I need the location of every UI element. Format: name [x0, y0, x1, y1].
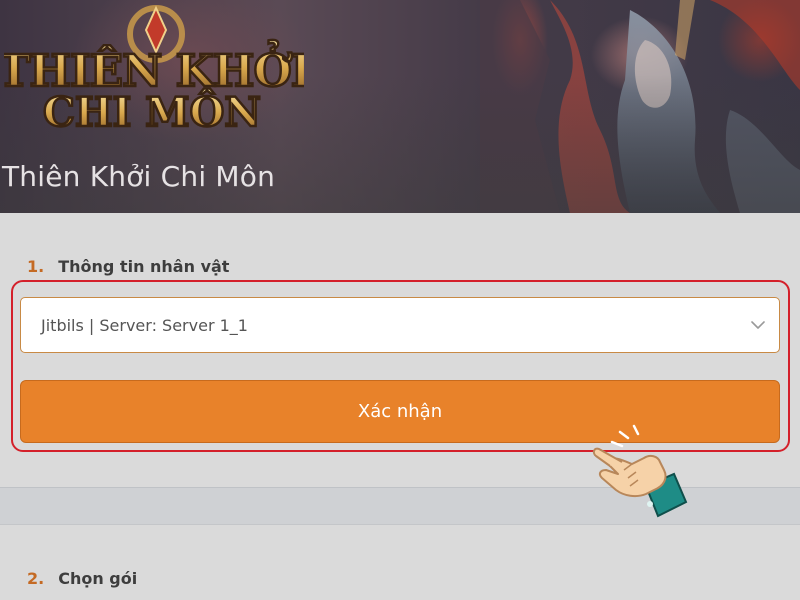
- game-banner: THIÊN KHỞI CHI MÔN Thiên Khởi Chi Môn: [0, 0, 800, 213]
- section-number: 1.: [27, 257, 45, 276]
- section-number: 2.: [27, 569, 45, 588]
- section-heading-character-info: 1. Thông tin nhân vật: [27, 257, 229, 276]
- svg-text:CHI MÔN: CHI MÔN: [43, 89, 261, 130]
- section-heading-choose-package: 2. Chọn gói: [27, 569, 137, 588]
- game-title: Thiên Khởi Chi Môn: [2, 160, 276, 193]
- character-select-value: Jitbils | Server: Server 1_1: [41, 316, 248, 335]
- chevron-down-icon: [751, 321, 765, 329]
- section-title: Thông tin nhân vật: [58, 257, 230, 276]
- hand-pointer-icon: [592, 424, 688, 518]
- game-logo: THIÊN KHỞI CHI MÔN: [4, 5, 304, 130]
- section-title: Chọn gói: [58, 569, 138, 588]
- character-select[interactable]: Jitbils | Server: Server 1_1: [20, 297, 780, 353]
- choose-package-panel: [0, 525, 800, 600]
